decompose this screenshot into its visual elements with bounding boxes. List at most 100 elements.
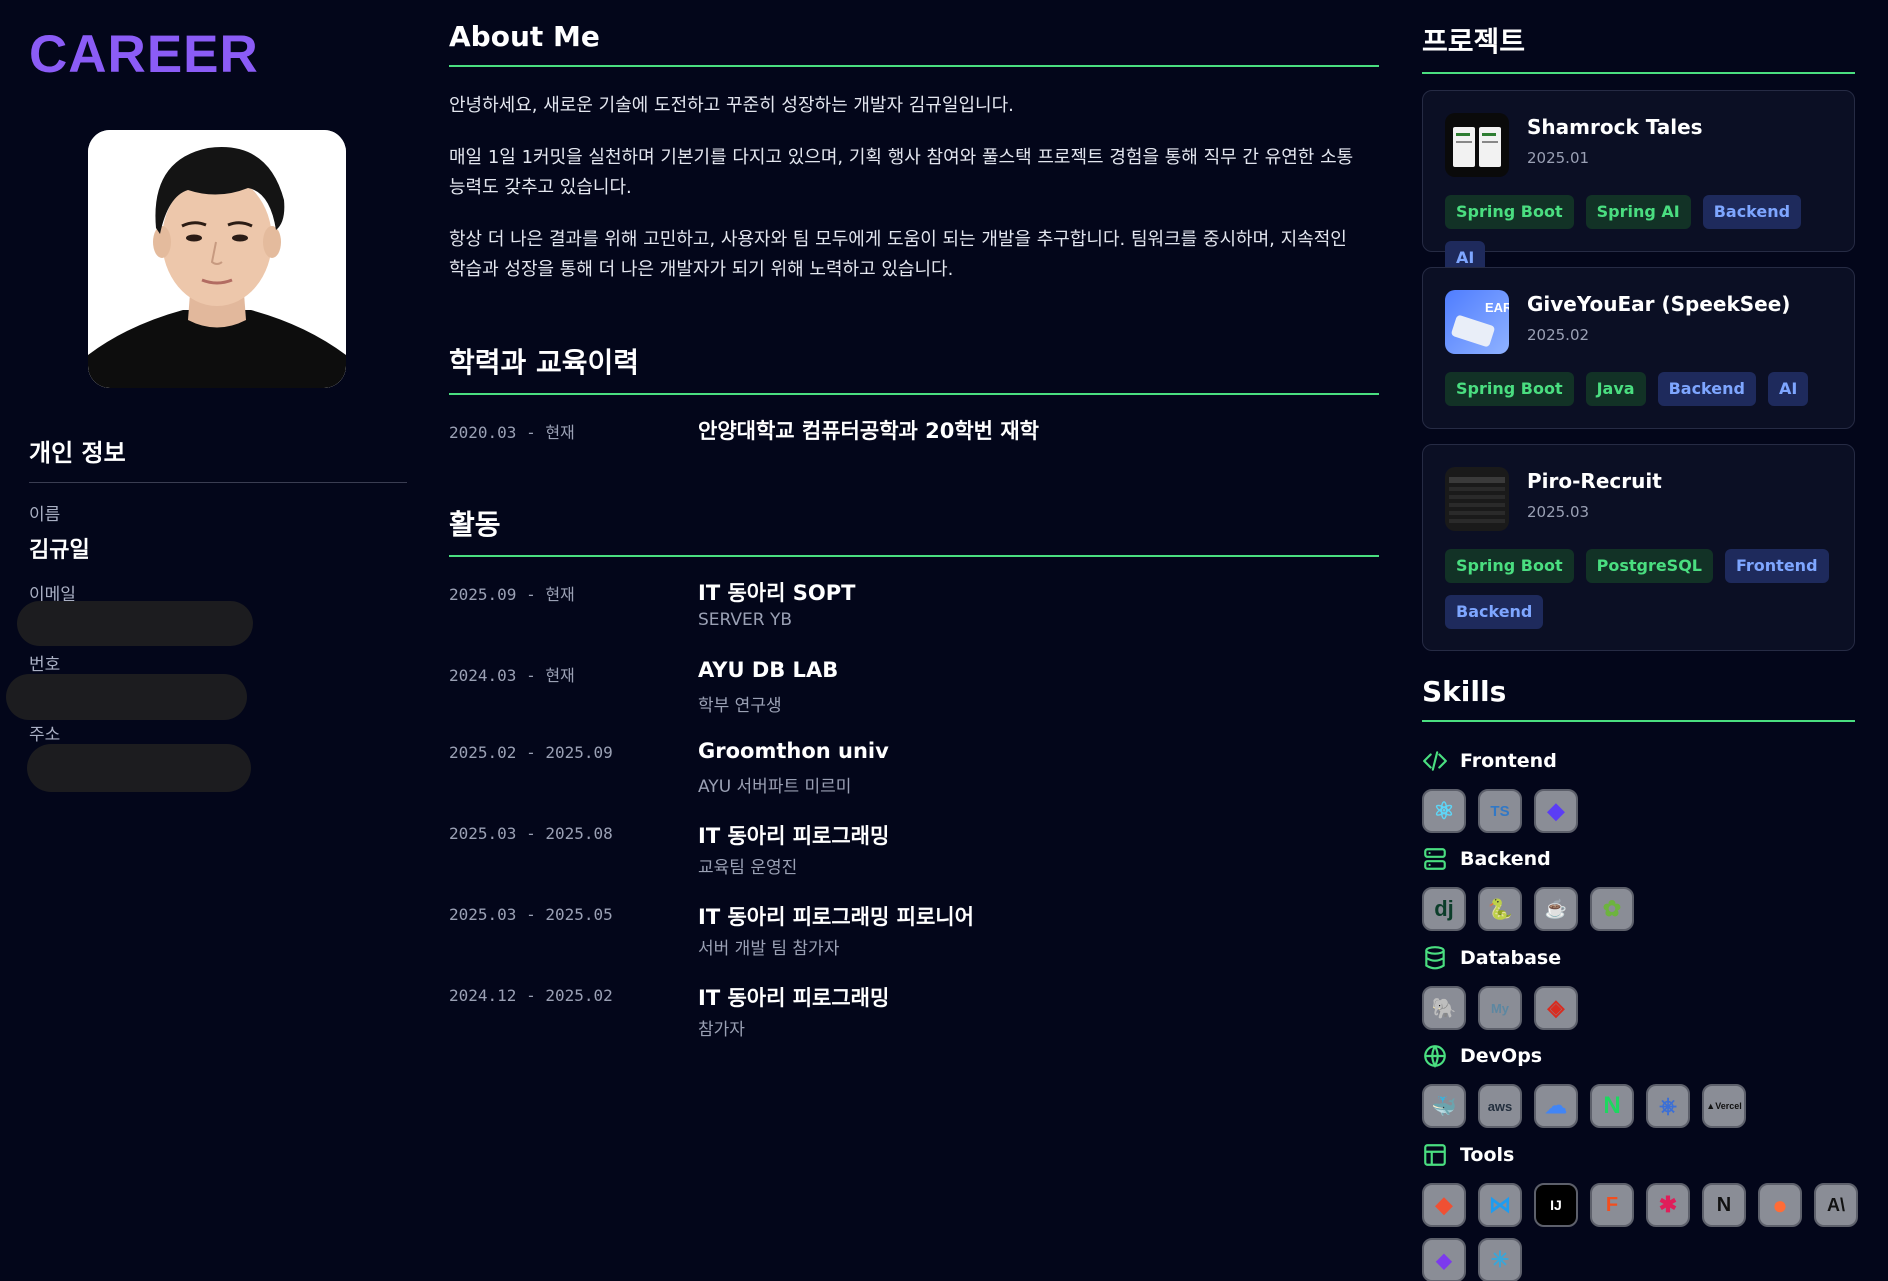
activity-date: 2025.03 - 2025.08 bbox=[449, 824, 613, 843]
nginx-icon: N bbox=[1590, 1084, 1634, 1128]
name-label: 이름 bbox=[29, 505, 61, 525]
vscode-icon: ⋈ bbox=[1478, 1183, 1522, 1227]
project-title: GiveYouEar (SpeekSee) bbox=[1527, 292, 1791, 316]
mysql-icon: My bbox=[1478, 986, 1522, 1030]
tag-spring-boot: Spring Boot bbox=[1445, 549, 1574, 583]
site-logo[interactable]: CAREER bbox=[29, 24, 259, 85]
skill-category-devops: DevOps 🐳 aws ☁ N ⎈ ▲Vercel bbox=[1422, 1042, 1855, 1128]
project-date: 2025.03 bbox=[1527, 503, 1590, 521]
phone-redacted bbox=[6, 674, 247, 720]
activity-role: AYU 서버파트 미르미 bbox=[698, 777, 852, 797]
layout-icon bbox=[1424, 1144, 1446, 1166]
about-paragraph-2a: 매일 1일 1커밋을 실천하며 기본기를 다지고 있으며, 기획 행사 참여와 … bbox=[449, 147, 1354, 168]
projects-heading: 프로젝트 bbox=[1422, 20, 1855, 74]
project-tags: Spring Boot Java Backend AI bbox=[1445, 372, 1845, 406]
about-paragraph-1: 안녕하세요, 새로운 기술에 도전하고 꾸준히 성장하는 개발자 김규일입니다. bbox=[449, 95, 1014, 116]
about-heading: About Me bbox=[449, 20, 1379, 67]
tailwind-icon: ◆ bbox=[1534, 789, 1578, 833]
project-card-piro-recruit[interactable]: Piro-Recruit 2025.03 Spring Boot Postgre… bbox=[1422, 444, 1855, 651]
project-date: 2025.01 bbox=[1527, 149, 1590, 167]
intellij-icon: IJ bbox=[1534, 1183, 1578, 1227]
project-date: 2025.02 bbox=[1527, 326, 1590, 344]
project-card-shamrock-tales[interactable]: Shamrock Tales 2025.01 Spring Boot Sprin… bbox=[1422, 90, 1855, 275]
postgresql-icon: 🐘 bbox=[1422, 986, 1466, 1030]
skill-category-backend: Backend dj 🐍 ☕ ✿ bbox=[1422, 845, 1855, 931]
profile-photo bbox=[88, 130, 346, 388]
career-page: CAREER 개인 정보 이름 김규일 이메일 번호 주소 About Me 안… bbox=[0, 0, 1888, 1281]
about-paragraph-3a: 항상 더 나은 결과를 위해 고민하고, 사용자와 팀 모두에게 도움이 되는 … bbox=[449, 229, 1347, 250]
aws-icon: aws bbox=[1478, 1084, 1522, 1128]
project-thumbnail bbox=[1445, 467, 1509, 531]
skill-category-label: Tools bbox=[1460, 1144, 1515, 1166]
activity-date: 2025.02 - 2025.09 bbox=[449, 743, 613, 762]
about-paragraph-3b: 학습과 성장을 통해 더 나은 개발자가 되기 위해 노력하고 있습니다. bbox=[449, 259, 954, 280]
postman-icon: ● bbox=[1758, 1183, 1802, 1227]
address-redacted bbox=[27, 744, 251, 792]
server-icon bbox=[1424, 848, 1446, 870]
activity-role: 학부 연구생 bbox=[698, 696, 782, 716]
redis-icon: ◈ bbox=[1534, 986, 1578, 1030]
about-paragraph-2b: 능력도 갖추고 있습니다. bbox=[449, 177, 632, 198]
activity-date: 2025.09 - 현재 bbox=[449, 585, 575, 604]
activity-role: 참가자 bbox=[698, 1020, 745, 1040]
activities-heading: 활동 bbox=[449, 503, 1379, 557]
obsidian-icon: ◆ bbox=[1422, 1238, 1466, 1281]
tag-ai: AI bbox=[1767, 372, 1809, 406]
spring-icon: ✿ bbox=[1590, 887, 1634, 931]
tag-spring-boot: Spring Boot bbox=[1445, 372, 1574, 406]
tag-java: Java bbox=[1585, 372, 1646, 406]
skill-category-tools: Tools ◆ ⋈ IJ F ✱ N ● A\ ◆ ✳ bbox=[1422, 1141, 1858, 1281]
tag-backend: Backend bbox=[1445, 595, 1544, 629]
name-value: 김규일 bbox=[29, 538, 90, 563]
activity-title: AYU DB LAB bbox=[698, 658, 839, 682]
personal-info-heading: 개인 정보 bbox=[29, 433, 407, 483]
project-title: Shamrock Tales bbox=[1527, 115, 1703, 139]
activity-title: IT 동아리 SOPT bbox=[698, 581, 856, 605]
project-card-giveyouear[interactable]: EARs GiveYouEar (SpeekSee) 2025.02 Sprin… bbox=[1422, 267, 1855, 429]
cursor-icon: ✳ bbox=[1478, 1238, 1522, 1281]
skill-category-label: Backend bbox=[1460, 848, 1551, 870]
python-icon: 🐍 bbox=[1478, 887, 1522, 931]
react-icon: ⚛ bbox=[1422, 789, 1466, 833]
skill-category-label: Database bbox=[1460, 947, 1562, 969]
skills-heading: Skills bbox=[1422, 675, 1855, 722]
address-label: 주소 bbox=[29, 725, 61, 745]
git-icon: ◆ bbox=[1422, 1183, 1466, 1227]
skill-category-label: Frontend bbox=[1460, 750, 1557, 772]
tag-spring-boot: Spring Boot bbox=[1445, 195, 1574, 229]
code-icon bbox=[1423, 751, 1447, 771]
globe-icon bbox=[1424, 1045, 1446, 1068]
tag-postgresql: PostgreSQL bbox=[1585, 549, 1713, 583]
typescript-icon: TS bbox=[1478, 789, 1522, 833]
skill-category-label: DevOps bbox=[1460, 1045, 1543, 1067]
project-thumbnail: EARs bbox=[1445, 290, 1509, 354]
gcp-icon: ☁ bbox=[1534, 1084, 1578, 1128]
kubernetes-icon: ⎈ bbox=[1646, 1084, 1690, 1128]
docker-icon: 🐳 bbox=[1422, 1084, 1466, 1128]
tag-spring-ai: Spring AI bbox=[1585, 195, 1691, 229]
skill-category-database: Database 🐘 My ◈ bbox=[1422, 944, 1855, 1030]
project-tags: Spring Boot PostgreSQL Frontend Backend bbox=[1445, 549, 1845, 629]
vercel-icon: ▲Vercel bbox=[1702, 1084, 1746, 1128]
project-thumbnail bbox=[1445, 113, 1509, 177]
slack-icon: ✱ bbox=[1646, 1183, 1690, 1227]
education-heading: 학력과 교육이력 bbox=[449, 341, 1379, 395]
email-redacted bbox=[17, 601, 253, 646]
notion-icon: N bbox=[1702, 1183, 1746, 1227]
thumbnail-text: EARs bbox=[1485, 300, 1509, 315]
figma-icon: F bbox=[1590, 1183, 1634, 1227]
project-title: Piro-Recruit bbox=[1527, 469, 1662, 493]
java-icon: ☕ bbox=[1534, 887, 1578, 931]
tag-frontend: Frontend bbox=[1725, 549, 1829, 583]
activity-role: 서버 개발 팀 참가자 bbox=[698, 939, 840, 959]
activity-title: IT 동아리 피로그래밍 bbox=[698, 986, 890, 1010]
activity-date: 2024.12 - 2025.02 bbox=[449, 986, 613, 1005]
tag-backend: Backend bbox=[1702, 195, 1802, 229]
database-icon bbox=[1425, 946, 1445, 970]
anthropic-icon: A\ bbox=[1814, 1183, 1858, 1227]
tag-backend: Backend bbox=[1657, 372, 1756, 406]
education-date: 2020.03 - 현재 bbox=[449, 423, 575, 442]
skill-category-frontend: Frontend ⚛ TS ◆ bbox=[1422, 747, 1855, 833]
activity-title: IT 동아리 피로그래밍 bbox=[698, 824, 890, 848]
phone-label: 번호 bbox=[29, 655, 61, 675]
